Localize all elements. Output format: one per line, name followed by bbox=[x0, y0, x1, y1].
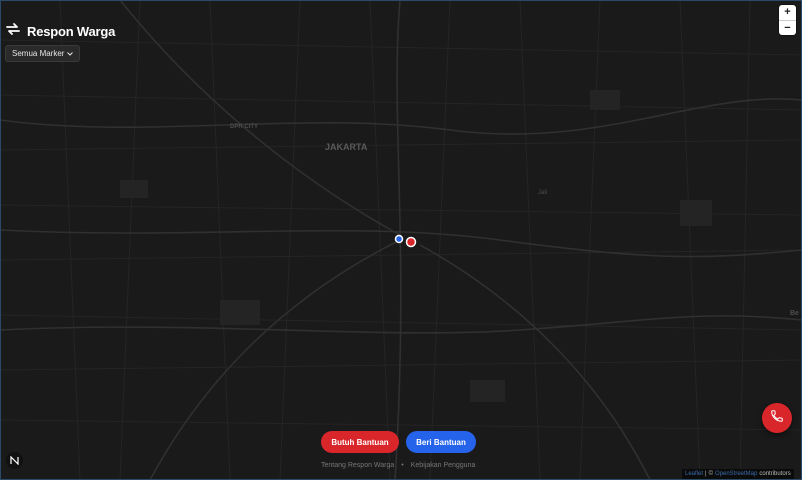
give-help-button[interactable]: Beri Bantuan bbox=[406, 431, 476, 453]
map-label-district: Jati bbox=[538, 190, 547, 196]
chevron-down-icon bbox=[67, 49, 74, 58]
user-location-marker[interactable] bbox=[394, 234, 404, 244]
copyright-symbol: © bbox=[708, 471, 713, 477]
filter-label: Semua Marker bbox=[12, 49, 65, 58]
compass-icon[interactable] bbox=[6, 452, 23, 469]
repeat-arrows-icon bbox=[5, 22, 21, 41]
map-label-district: DPR CITY bbox=[230, 124, 258, 130]
emergency-call-button[interactable] bbox=[762, 403, 792, 433]
zoom-in-button[interactable]: + bbox=[779, 5, 796, 20]
map-label-district: Be bbox=[790, 310, 799, 317]
footer-separator: • bbox=[401, 462, 404, 469]
zoom-out-button[interactable]: − bbox=[779, 19, 796, 36]
osm-link[interactable]: OpenStreetMap bbox=[715, 471, 757, 477]
marker-filter-select[interactable]: Semua Marker bbox=[5, 45, 81, 62]
map-canvas[interactable]: JAKARTA DPR CITY Jati Be bbox=[0, 0, 802, 480]
leaflet-link[interactable]: Leaflet bbox=[685, 471, 703, 477]
attribution-separator: | bbox=[705, 471, 707, 477]
about-link[interactable]: Tentang Respon Warga bbox=[321, 462, 394, 469]
map-attribution: Leaflet | © OpenStreetMap contributors bbox=[682, 469, 794, 479]
policy-link[interactable]: Kebijakan Pengguna bbox=[411, 462, 476, 469]
attribution-suffix: contributors bbox=[759, 471, 791, 477]
phone-icon bbox=[770, 409, 784, 428]
zoom-control: + − bbox=[779, 5, 796, 35]
app-title: Respon Warga bbox=[27, 24, 116, 39]
need-help-button[interactable]: Butuh Bantuan bbox=[321, 431, 399, 453]
help-request-marker[interactable] bbox=[405, 236, 417, 248]
map-label-city: JAKARTA bbox=[325, 142, 368, 152]
brand[interactable]: Respon Warga bbox=[5, 22, 115, 41]
footer-links: Tentang Respon Warga • Kebijakan Penggun… bbox=[321, 462, 481, 469]
